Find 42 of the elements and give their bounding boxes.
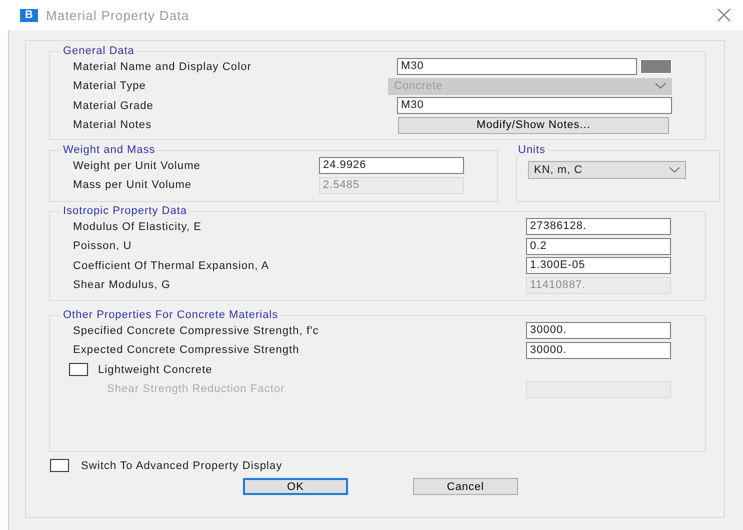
input-field[interactable]: 27386128. [526,218,671,236]
field-label: Coefficient Of Thermal Expansion, A [73,260,270,272]
group-title: General Data [62,45,136,57]
field-label: Expected Concrete Compressive Strength [73,344,300,356]
checkbox-label: Switch To Advanced Property Display [81,460,282,472]
input-field[interactable]: 1.300E-05 [526,257,671,274]
input-field[interactable]: M30 [397,97,672,114]
input-field: 2.5485 [319,176,464,194]
field-label: Weight per Unit Volume [73,160,200,172]
checkbox-label: Lightweight Concrete [98,364,212,376]
field-label: Shear Strength Reduction Factor [107,383,285,396]
input-field[interactable]: 0.2 [526,238,671,255]
field-label: Material Notes [73,119,152,132]
input-field: 11410887. [526,276,671,294]
field-label: Material Name and Display Color [73,60,252,73]
field-label: Shear Modulus, G [73,279,170,292]
app-badge: B [20,8,38,22]
cancel-button[interactable]: Cancel [413,478,518,495]
chevron-down-icon [669,167,680,173]
input-field[interactable]: 24.9926 [319,157,464,174]
window-title: Material Property Data [46,8,190,22]
input-field[interactable]: M30 [397,58,637,76]
input-field[interactable]: 30000. [526,322,671,340]
color-swatch[interactable] [640,59,672,74]
field-label: Modulus Of Elasticity, E [73,220,202,233]
field-label: Material Grade [73,100,154,112]
notes-button[interactable]: Modify/Show Notes... [398,116,669,134]
checkbox[interactable] [50,459,69,472]
input-field[interactable]: 30000. [526,342,671,359]
field-label: Material Type [73,80,146,92]
field-label: Specified Concrete Compressive Strength, f'c [73,324,319,337]
ok-button[interactable]: OK [243,478,348,495]
units-dropdown[interactable]: KN, m, C [528,161,686,179]
field-label: Poisson, U [73,240,132,252]
close-icon[interactable] [717,8,731,22]
group-title: Weight and Mass [62,144,156,156]
field-label: Mass per Unit Volume [73,179,192,192]
checkbox[interactable] [69,363,88,376]
group-title: Units [517,144,547,156]
group-title: Other Properties For Concrete Materials [62,309,280,321]
group-title: Isotropic Property Data [62,205,188,217]
chevron-down-icon [655,83,666,90]
